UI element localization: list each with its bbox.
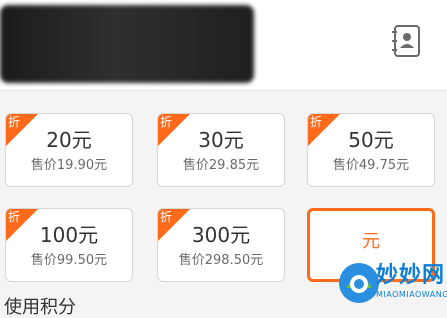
option-denomination: 30元	[198, 128, 244, 152]
option-denomination: 300元	[191, 223, 251, 247]
points-section-label: 使用积分	[4, 297, 76, 318]
discount-tag-label: 折	[310, 115, 323, 129]
recharge-option-20[interactable]: 折 20元 售价19.90元	[5, 113, 133, 187]
recharge-option-30[interactable]: 折 30元 售价29.85元	[157, 113, 285, 187]
option-price: 售价29.85元	[182, 158, 260, 173]
recharge-option-300[interactable]: 折 300元 售价298.50元	[157, 208, 285, 282]
option-denomination: 50元	[348, 128, 394, 152]
custom-amount-unit: 元	[362, 231, 380, 252]
redacted-phone-number	[0, 5, 254, 83]
watermark-brand: 妙妙网	[376, 263, 446, 288]
discount-tag-label: 折	[8, 210, 21, 224]
contact-book-icon[interactable]	[388, 22, 426, 60]
discount-tag-label: 折	[160, 115, 173, 129]
option-price: 售价19.90元	[30, 158, 108, 173]
option-price: 售价49.75元	[332, 158, 410, 173]
discount-tag-label: 折	[8, 115, 21, 129]
discount-tag-label: 折	[160, 210, 173, 224]
watermark: 妙妙网 MIAOMIAOWANG	[336, 260, 447, 310]
watermark-domain: MIAOMIAOWANG	[376, 290, 447, 299]
phone-number-bar	[0, 0, 447, 91]
recharge-option-50[interactable]: 折 50元 售价49.75元	[307, 113, 435, 187]
option-price: 售价298.50元	[178, 253, 264, 268]
option-denomination: 20元	[46, 128, 92, 152]
option-denomination: 100元	[39, 223, 99, 247]
recharge-option-100[interactable]: 折 100元 售价99.50元	[5, 208, 133, 282]
option-price: 售价99.50元	[30, 253, 108, 268]
